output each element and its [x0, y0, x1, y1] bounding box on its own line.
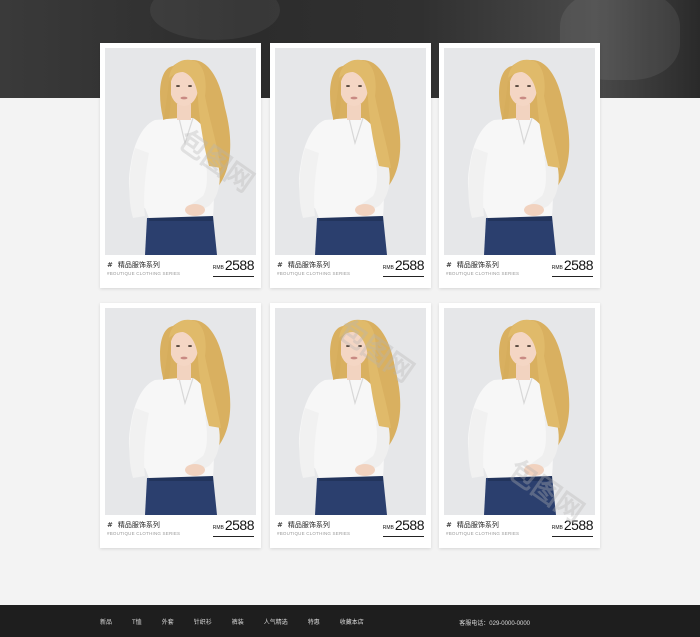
- currency-label: RMB: [212, 525, 224, 531]
- price-tag: RMB2588: [212, 257, 255, 277]
- currency-label: RMB: [382, 265, 394, 271]
- product-card[interactable]: # 精品服饰系列 #BOUTIQUE CLOTHING SERIES RMB258…: [439, 303, 600, 548]
- currency-label: RMB: [551, 525, 563, 531]
- price-value: 2588: [563, 257, 594, 273]
- product-title: # 精品服饰系列: [277, 261, 330, 269]
- product-photo[interactable]: [444, 48, 595, 255]
- service-phone: 客服电话：029-0000-0000: [459, 621, 530, 627]
- product-card[interactable]: # 精品服饰系列 #BOUTIQUE CLOTHING SERIES RMB258…: [100, 43, 261, 288]
- product-subtitle: #BOUTIQUE CLOTHING SERIES: [277, 531, 351, 536]
- price-tag: RMB2588: [382, 517, 425, 537]
- price-value: 2588: [563, 517, 594, 533]
- footer-nav-item[interactable]: 人气精选: [264, 617, 288, 626]
- caption-prefix: #: [277, 521, 283, 529]
- footer-nav: 新品 T恤 外套 针织衫 裤装 人气精选 特惠 收藏本店: [100, 605, 384, 637]
- model-image: [444, 48, 595, 255]
- product-subtitle: #BOUTIQUE CLOTHING SERIES: [277, 271, 351, 276]
- price-tag: RMB2588: [551, 517, 594, 537]
- product-photo[interactable]: [275, 308, 426, 515]
- product-title: # 精品服饰系列: [446, 261, 499, 269]
- footer-nav-item[interactable]: 收藏本店: [340, 617, 364, 626]
- footer-nav-item[interactable]: 针织衫: [194, 617, 212, 626]
- product-title: # 精品服饰系列: [107, 521, 160, 529]
- product-title: # 精品服饰系列: [277, 521, 330, 529]
- model-image: [275, 308, 426, 515]
- product-subtitle: #BOUTIQUE CLOTHING SERIES: [107, 271, 181, 276]
- footer-nav-item[interactable]: 外套: [162, 617, 174, 626]
- footer-bar: 新品 T恤 外套 针织衫 裤装 人气精选 特惠 收藏本店 客服电话：029-00…: [0, 605, 700, 637]
- model-image: [275, 48, 426, 255]
- footer-nav-item[interactable]: T恤: [132, 617, 142, 626]
- price-value: 2588: [224, 517, 255, 533]
- price-value: 2588: [394, 517, 425, 533]
- product-title: # 精品服饰系列: [446, 521, 499, 529]
- price-tag: RMB2588: [551, 257, 594, 277]
- price-value: 2588: [224, 257, 255, 273]
- currency-label: RMB: [212, 265, 224, 271]
- product-grid: # 精品服饰系列 #BOUTIQUE CLOTHING SERIES RMB258…: [100, 43, 600, 548]
- price-value: 2588: [394, 257, 425, 273]
- model-image: [105, 48, 256, 255]
- currency-label: RMB: [551, 265, 563, 271]
- caption-prefix: #: [446, 261, 452, 269]
- product-subtitle: #BOUTIQUE CLOTHING SERIES: [107, 531, 181, 536]
- product-subtitle: #BOUTIQUE CLOTHING SERIES: [446, 531, 520, 536]
- product-title: # 精品服饰系列: [107, 261, 160, 269]
- product-card[interactable]: # 精品服饰系列 #BOUTIQUE CLOTHING SERIES RMB258…: [270, 303, 431, 548]
- caption-prefix: #: [446, 521, 452, 529]
- product-subtitle: #BOUTIQUE CLOTHING SERIES: [446, 271, 520, 276]
- model-image: [105, 308, 256, 515]
- model-image: [444, 308, 595, 515]
- caption-prefix: #: [107, 261, 113, 269]
- price-tag: RMB2588: [382, 257, 425, 277]
- product-card[interactable]: # 精品服饰系列 #BOUTIQUE CLOTHING SERIES RMB258…: [270, 43, 431, 288]
- caption-prefix: #: [277, 261, 283, 269]
- product-card[interactable]: # 精品服饰系列 #BOUTIQUE CLOTHING SERIES RMB258…: [439, 43, 600, 288]
- product-photo[interactable]: [105, 308, 256, 515]
- footer-nav-item[interactable]: 裤装: [232, 617, 244, 626]
- currency-label: RMB: [382, 525, 394, 531]
- product-photo[interactable]: [444, 308, 595, 515]
- hero-decoration: [150, 0, 280, 40]
- product-photo[interactable]: [275, 48, 426, 255]
- caption-prefix: #: [107, 521, 113, 529]
- product-card[interactable]: # 精品服饰系列 #BOUTIQUE CLOTHING SERIES RMB258…: [100, 303, 261, 548]
- footer-nav-item[interactable]: 特惠: [308, 617, 320, 626]
- footer-nav-item[interactable]: 新品: [100, 617, 112, 626]
- product-photo[interactable]: [105, 48, 256, 255]
- price-tag: RMB2588: [212, 517, 255, 537]
